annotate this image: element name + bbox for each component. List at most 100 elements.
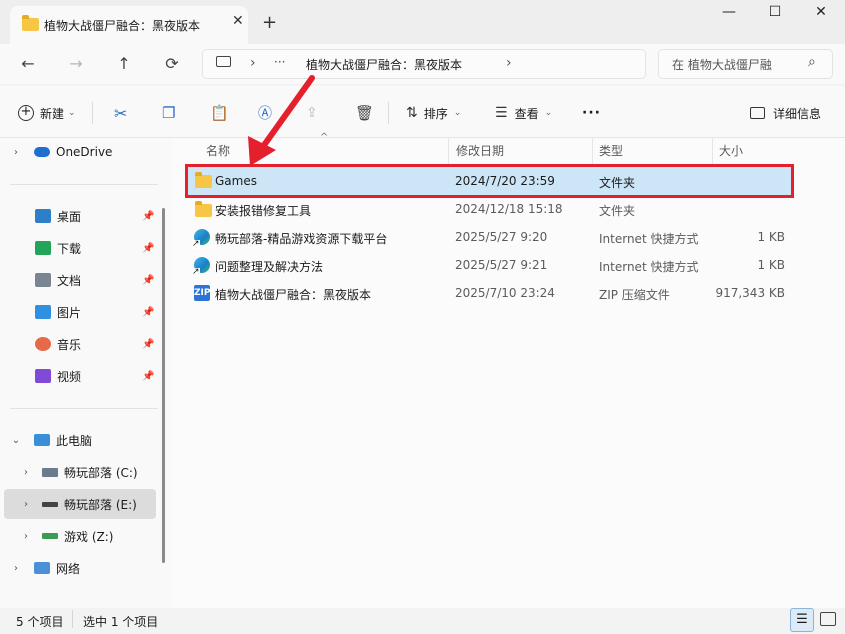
close-window-button[interactable]: ✕: [806, 4, 836, 28]
forward-button[interactable]: →: [64, 52, 88, 76]
delete-icon[interactable]: 🗑: [355, 100, 374, 126]
column-divider[interactable]: [448, 138, 449, 166]
sidebar-item-drive-c[interactable]: › 畅玩部落 (C:): [0, 457, 160, 487]
pin-icon[interactable]: 📌: [142, 243, 154, 254]
paste-icon[interactable]: 📋: [210, 100, 229, 126]
sidebar-item-label: 视频: [57, 369, 82, 384]
refresh-button[interactable]: ⟳: [160, 52, 184, 76]
minimize-button[interactable]: —: [714, 4, 744, 28]
details-view-button[interactable]: ☰: [790, 608, 814, 632]
toolbar-divider: [388, 102, 389, 124]
maximize-button[interactable]: ☐: [760, 4, 790, 28]
sidebar-item-this-pc[interactable]: ⌄ 此电脑: [0, 425, 160, 455]
file-size: 1 KB: [757, 258, 785, 272]
column-header-type[interactable]: 类型: [599, 138, 623, 162]
chevron-down-icon[interactable]: ⌄: [10, 435, 22, 446]
more-options-button[interactable]: ···: [582, 100, 601, 126]
table-row[interactable]: ZIP 植物大战僵尸融合：黑夜版本 2025/7/10 23:24 ZIP 压缩…: [188, 279, 791, 307]
file-name: 畅玩部落-精品游戏资源下载平台: [215, 232, 388, 246]
sidebar-item-drive-z[interactable]: › 游戏 (Z:): [0, 521, 160, 551]
copy-icon[interactable]: ❐: [162, 100, 175, 126]
new-tab-button[interactable]: +: [262, 12, 277, 33]
new-button[interactable]: + 新建 ⌄: [18, 100, 76, 126]
download-icon: [35, 241, 51, 255]
sidebar-item-drive-e[interactable]: › 畅玩部落 (E:): [4, 489, 156, 519]
file-date: 2025/7/10 23:24: [455, 286, 555, 300]
chevron-right-icon[interactable]: ›: [10, 563, 22, 574]
sort-button[interactable]: ⇅ 排序 ⌄: [406, 100, 461, 126]
chevron-right-icon[interactable]: ›: [20, 531, 32, 542]
file-type: Internet 快捷方式: [599, 260, 699, 274]
chevron-right-icon[interactable]: ›: [20, 499, 32, 510]
breadcrumb-more-button[interactable]: ···: [274, 55, 285, 69]
sidebar-item-label: 音乐: [57, 337, 82, 352]
sidebar-item-videos[interactable]: 视频: [0, 361, 160, 391]
details-pane-button[interactable]: 详细信息: [750, 100, 821, 126]
chevron-right-icon[interactable]: ›: [20, 467, 32, 478]
table-row[interactable]: 安装报错修复工具 2024/12/18 15:18 文件夹: [188, 195, 791, 223]
pictures-icon: [35, 305, 51, 319]
column-header-size[interactable]: 大小: [719, 138, 743, 162]
view-button-label: 查看: [514, 106, 539, 121]
sidebar-item-label: 图片: [57, 305, 82, 320]
file-name: Games: [215, 174, 257, 188]
sidebar-scrollbar[interactable]: [162, 208, 165, 563]
sort-indicator-icon: ^: [320, 132, 329, 143]
sort-button-label: 排序: [423, 106, 448, 121]
chevron-right-icon[interactable]: ›: [10, 147, 22, 158]
column-divider[interactable]: [712, 138, 713, 166]
search-icon[interactable]: ⌕: [808, 54, 816, 70]
annotation-arrow: [248, 75, 315, 166]
pin-icon[interactable]: 📌: [142, 307, 154, 318]
cut-icon[interactable]: ✂: [114, 100, 127, 126]
column-header-date[interactable]: 修改日期: [456, 138, 504, 162]
folder-icon: [195, 172, 212, 188]
sidebar-divider: [10, 184, 158, 185]
sort-icon: ⇅: [406, 105, 418, 121]
up-button[interactable]: ↑: [112, 52, 136, 76]
sidebar-item-downloads[interactable]: 下载: [0, 233, 160, 263]
sidebar-item-label: 游戏 (Z:): [64, 529, 114, 544]
table-row[interactable]: Games 2024/7/20 23:59 文件夹: [185, 164, 794, 198]
pin-icon[interactable]: 📌: [142, 275, 154, 286]
pin-icon[interactable]: 📌: [142, 211, 154, 222]
sidebar-item-music[interactable]: 音乐: [0, 329, 160, 359]
breadcrumb-separator: ›: [250, 55, 256, 71]
toolbar-divider: [92, 102, 93, 124]
breadcrumb-current-folder[interactable]: 植物大战僵尸融合：黑夜版本: [306, 56, 462, 73]
column-header-name[interactable]: 名称: [206, 138, 230, 162]
sidebar-item-documents[interactable]: 文档: [0, 265, 160, 295]
video-icon: [35, 369, 51, 383]
file-name: 植物大战僵尸融合：黑夜版本: [215, 288, 372, 302]
sidebar-item-pictures[interactable]: 图片: [0, 297, 160, 327]
file-name: 安装报错修复工具: [215, 204, 312, 218]
sidebar-item-label: 此电脑: [56, 433, 93, 448]
sidebar-item-network[interactable]: › 网络: [0, 553, 160, 583]
sidebar-item-onedrive[interactable]: › OneDrive: [0, 137, 160, 167]
chevron-down-icon: ⌄: [68, 108, 76, 118]
pin-icon[interactable]: 📌: [142, 371, 154, 382]
column-divider[interactable]: [592, 138, 593, 166]
sidebar-item-label: 网络: [56, 561, 81, 576]
tab-close-button[interactable]: ✕: [232, 13, 244, 29]
search-input[interactable]: 在 植物大战僵尸融: [672, 56, 772, 73]
sidebar-item-label: 下载: [57, 241, 82, 256]
zip-icon: ZIP: [194, 285, 210, 301]
table-row[interactable]: 畅玩部落-精品游戏资源下载平台 2025/5/27 9:20 Internet …: [188, 223, 791, 251]
sidebar-item-label: 畅玩部落 (E:): [64, 497, 137, 512]
view-button[interactable]: ☰ 查看 ⌄: [495, 100, 552, 126]
folder-icon: [195, 201, 212, 217]
sidebar-item-label: 畅玩部落 (C:): [64, 465, 138, 480]
folder-icon: [22, 15, 39, 31]
sidebar-item-desktop[interactable]: 桌面: [0, 201, 160, 231]
breadcrumb-separator[interactable]: ›: [506, 55, 512, 71]
desktop-icon: [35, 209, 51, 223]
pin-icon[interactable]: 📌: [142, 339, 154, 350]
back-button[interactable]: ←: [16, 52, 40, 76]
large-icons-view-button[interactable]: [820, 612, 836, 626]
item-count: 5 个项目: [16, 615, 64, 629]
table-row[interactable]: 问题整理及解决方法 2025/5/27 9:21 Internet 快捷方式 1…: [188, 251, 791, 279]
file-name: 问题整理及解决方法: [215, 260, 324, 274]
sidebar-item-label: 桌面: [57, 209, 82, 224]
cloud-icon: [34, 147, 50, 157]
